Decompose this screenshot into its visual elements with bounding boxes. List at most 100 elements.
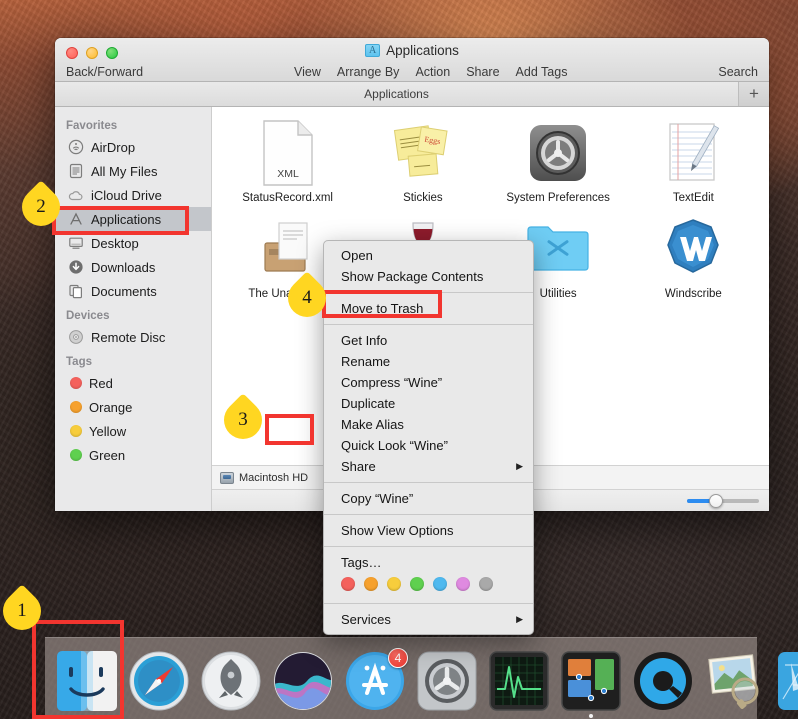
sidebar-item-airdrop[interactable]: AirDrop xyxy=(55,135,211,159)
menu-separator xyxy=(324,603,533,604)
tag-swatch-blue[interactable] xyxy=(433,577,447,591)
tag-swatch-orange[interactable] xyxy=(364,577,378,591)
new-tab-button[interactable]: + xyxy=(739,82,769,106)
menu-item-label: Share xyxy=(341,459,376,474)
sidebar-tag-orange[interactable]: Orange xyxy=(55,395,211,419)
dock-activity-monitor-icon[interactable] xyxy=(489,651,549,711)
dock-safari-icon[interactable] xyxy=(129,651,189,711)
file-label: System Preferences xyxy=(506,192,610,204)
sidebar-tag-yellow[interactable]: Yellow xyxy=(55,419,211,443)
sidebar-item-label: Green xyxy=(89,447,126,463)
finder-toolbar: Back/Forward View Arrange By Action Shar… xyxy=(55,62,769,82)
search-input[interactable]: Search xyxy=(718,65,758,79)
menu-item-make-alias[interactable]: Make Alias xyxy=(324,414,533,435)
sidebar: Favorites AirDrop All My Files iCloud Dr… xyxy=(55,107,212,511)
hard-drive-icon xyxy=(220,471,234,484)
file-item-windscribe[interactable]: Windscribe xyxy=(626,213,761,303)
menu-item-quick-look[interactable]: Quick Look “Wine” xyxy=(324,435,533,456)
menu-item-compress[interactable]: Compress “Wine” xyxy=(324,372,533,393)
badge-number: 4 xyxy=(302,287,312,308)
add-tags-button[interactable]: Add Tags xyxy=(516,65,568,79)
dock-system-preferences-icon[interactable] xyxy=(417,651,477,711)
sidebar-item-label: Applications xyxy=(91,211,162,227)
svg-text:XML: XML xyxy=(277,168,299,180)
slider-knob[interactable] xyxy=(709,493,723,508)
file-item-textedit[interactable]: TextEdit xyxy=(626,117,761,205)
tab-bar: Applications + xyxy=(55,82,769,107)
file-item-system-preferences[interactable]: System Preferences xyxy=(491,117,626,205)
window-titlebar[interactable]: Applications Back/Forward View Arrange B… xyxy=(55,38,769,82)
applications-folder-icon xyxy=(365,44,381,58)
icloud-icon xyxy=(68,187,84,203)
menu-separator xyxy=(324,546,533,547)
sidebar-item-remote-disc[interactable]: Remote Disc xyxy=(55,325,211,349)
menu-item-copy[interactable]: Copy “Wine” xyxy=(324,488,533,509)
dock-app-store-icon[interactable]: 4 xyxy=(345,648,408,711)
sidebar-item-all-my-files[interactable]: All My Files xyxy=(55,159,211,183)
menu-item-tags[interactable]: Tags… xyxy=(324,552,533,573)
sidebar-item-downloads[interactable]: Downloads xyxy=(55,255,211,279)
share-button[interactable]: Share xyxy=(466,65,499,79)
file-item-stickies[interactable]: Eggs Stickies xyxy=(355,117,490,205)
file-item-statusrecord[interactable]: XML StatusRecord.xml xyxy=(220,117,355,205)
tag-swatch-yellow[interactable] xyxy=(387,577,401,591)
sidebar-tag-green[interactable]: Green xyxy=(55,443,211,467)
system-preferences-icon xyxy=(491,117,626,189)
dock-finder-icon[interactable] xyxy=(57,651,117,711)
dock-preview-icon[interactable] xyxy=(705,651,765,711)
menu-item-get-info[interactable]: Get Info xyxy=(324,330,533,351)
menu-item-show-view-options[interactable]: Show View Options xyxy=(324,520,533,541)
menu-item-duplicate[interactable]: Duplicate xyxy=(324,393,533,414)
menu-item-rename[interactable]: Rename xyxy=(324,351,533,372)
step-badge-1: 1 xyxy=(0,584,49,638)
sidebar-item-icloud-drive[interactable]: iCloud Drive xyxy=(55,183,211,207)
tag-swatch-purple[interactable] xyxy=(456,577,470,591)
tag-dot-yellow xyxy=(70,425,82,437)
textedit-icon xyxy=(626,117,761,189)
sidebar-tag-red[interactable]: Red xyxy=(55,371,211,395)
sidebar-item-desktop[interactable]: Desktop xyxy=(55,231,211,255)
badge-number: 3 xyxy=(238,409,248,430)
menu-item-show-package-contents[interactable]: Show Package Contents xyxy=(324,266,533,287)
menu-tag-swatches xyxy=(324,573,533,598)
sidebar-item-label: AirDrop xyxy=(91,139,136,155)
sidebar-item-applications[interactable]: Applications xyxy=(55,207,211,231)
context-menu: Open Show Package Contents Move to Trash… xyxy=(323,240,534,635)
sidebar-item-label: iCloud Drive xyxy=(91,187,162,203)
sidebar-item-label: Remote Disc xyxy=(91,329,166,345)
dock-launchpad-icon[interactable] xyxy=(201,651,261,711)
tab-applications[interactable]: Applications xyxy=(55,82,739,106)
dock-xcode-icon[interactable] xyxy=(777,651,798,711)
action-button[interactable]: Action xyxy=(415,65,450,79)
menu-separator xyxy=(324,514,533,515)
menu-item-share[interactable]: Share ▶ xyxy=(324,456,533,477)
tag-swatch-red[interactable] xyxy=(341,577,355,591)
back-forward-control[interactable]: Back/Forward xyxy=(66,65,143,79)
sidebar-header-favorites: Favorites xyxy=(66,120,118,132)
stickies-icon: Eggs xyxy=(355,117,490,189)
all-my-files-icon xyxy=(68,163,84,179)
downloads-icon xyxy=(68,259,84,275)
dock-quicktime-icon[interactable] xyxy=(633,651,693,711)
chevron-right-icon: ▶ xyxy=(516,461,523,471)
file-label: StatusRecord.xml xyxy=(242,192,333,204)
menu-separator xyxy=(324,482,533,483)
dock-siri-icon[interactable] xyxy=(273,651,333,711)
sidebar-item-label: Red xyxy=(89,375,113,391)
dock-mission-control-icon[interactable] xyxy=(561,651,621,718)
sidebar-item-label: Documents xyxy=(91,283,157,299)
icon-size-slider[interactable] xyxy=(687,493,759,508)
menu-item-move-to-trash[interactable]: Move to Trash xyxy=(324,298,533,319)
view-button[interactable]: View xyxy=(294,65,321,79)
menu-item-open[interactable]: Open xyxy=(324,245,533,266)
sidebar-header-tags: Tags xyxy=(66,356,92,368)
arrange-by-button[interactable]: Arrange By xyxy=(337,65,400,79)
sidebar-item-label: Desktop xyxy=(91,235,139,251)
tag-swatch-gray[interactable] xyxy=(479,577,493,591)
tag-swatch-green[interactable] xyxy=(410,577,424,591)
sidebar-item-documents[interactable]: Documents xyxy=(55,279,211,303)
tag-dot-green xyxy=(70,449,82,461)
menu-item-services[interactable]: Services ▶ xyxy=(324,609,533,630)
airdrop-icon xyxy=(68,139,84,155)
path-bar-root[interactable]: Macintosh HD xyxy=(239,472,308,484)
